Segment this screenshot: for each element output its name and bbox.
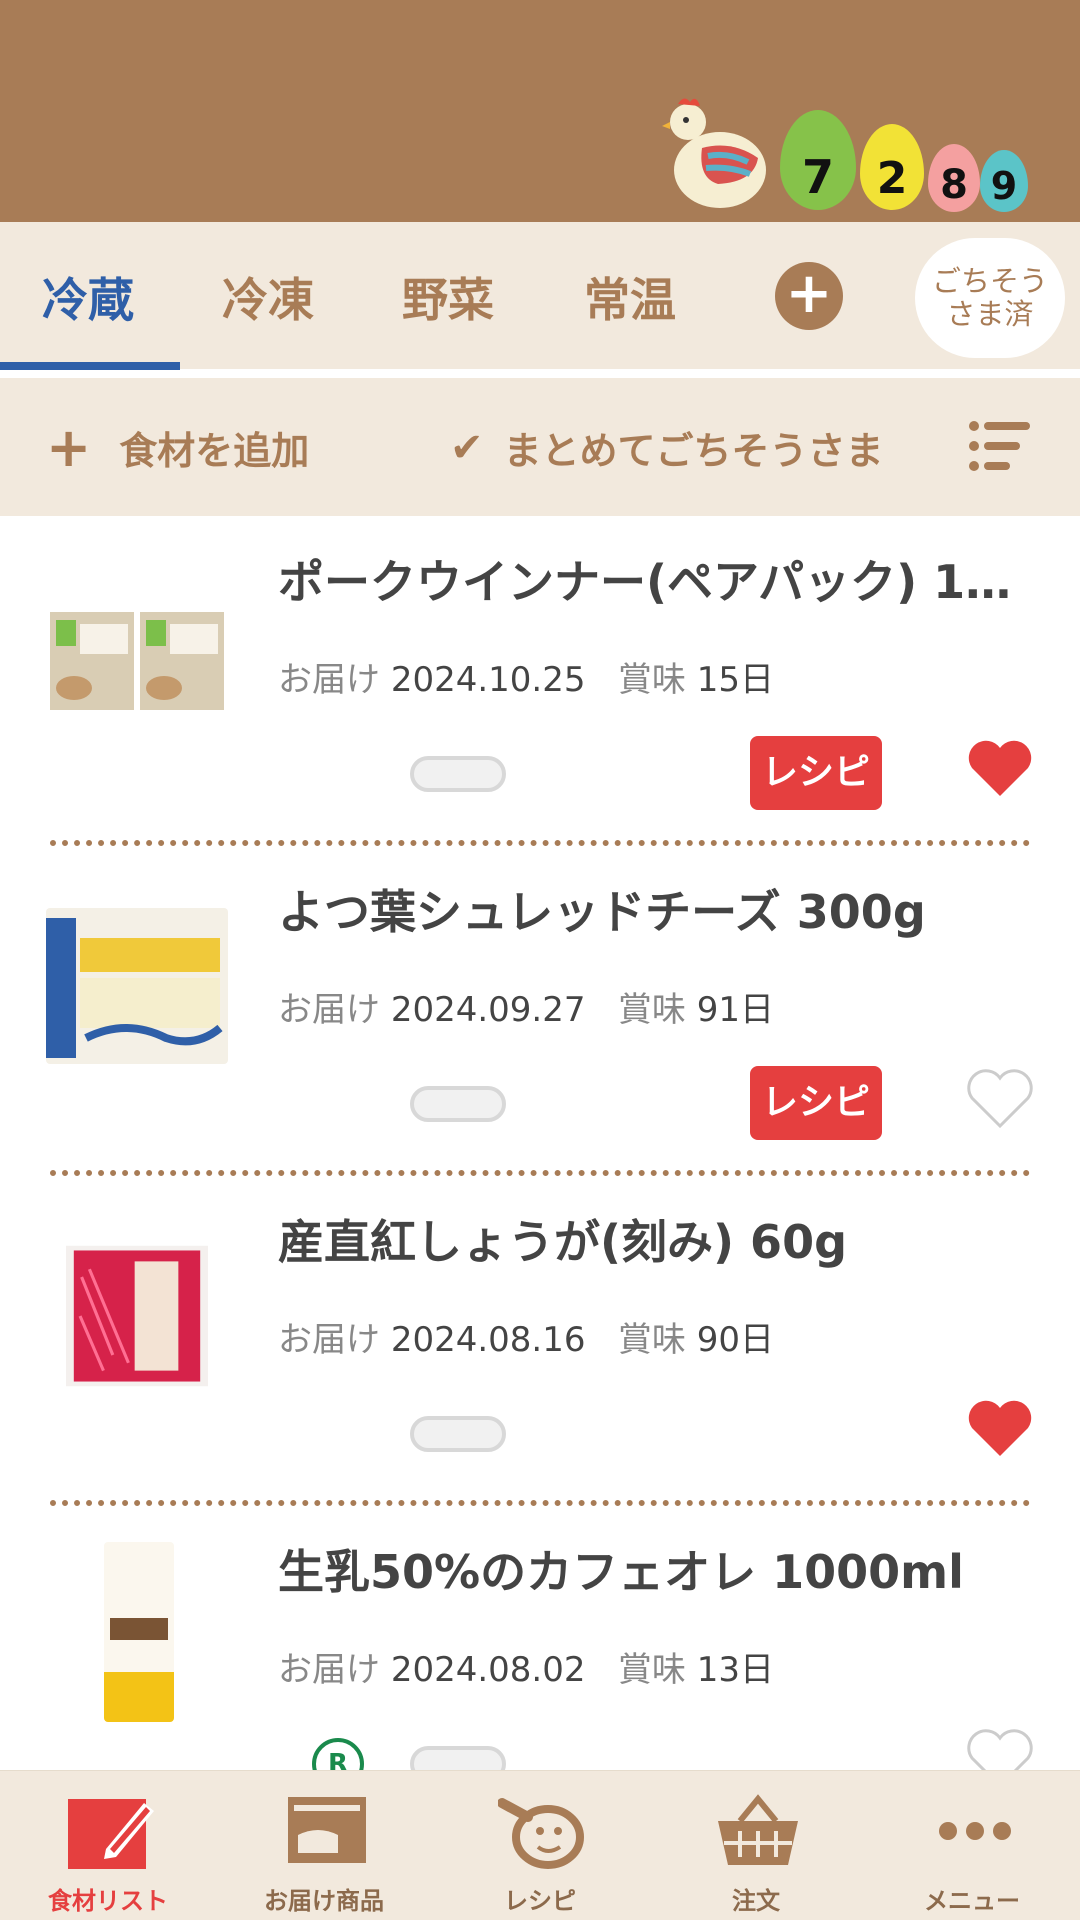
nav-menu[interactable]: メニュー — [864, 1771, 1080, 1920]
product-image — [66, 1245, 208, 1387]
add-ingredient-button[interactable]: + 食材を追加 — [46, 420, 309, 475]
nav-recipes[interactable]: レシピ — [432, 1771, 648, 1920]
recipe-button[interactable]: レシピ — [750, 736, 882, 810]
list-item[interactable]: ポークウインナー(ペアパック) 1… お届け 2024.10.25 賞味 15日… — [0, 516, 1080, 846]
quantity-pill[interactable] — [410, 1416, 506, 1452]
favorite-heart-outline-icon[interactable] — [966, 1068, 1034, 1130]
delivery-box-icon — [288, 1797, 366, 1863]
egg-counter: 9 — [980, 150, 1028, 212]
tab-frozen[interactable]: 冷凍 — [222, 264, 314, 330]
tab-room-temp[interactable]: 常温 — [584, 264, 676, 330]
action-bar: + 食材を追加 ✔ まとめてごちそうさま — [0, 378, 1080, 516]
sort-icon[interactable] — [968, 418, 1032, 474]
bottom-navigation: 食材リスト お届け商品 レシピ 注文 メニュー — [0, 1770, 1080, 1920]
tab-vegetables[interactable]: 野菜 — [402, 264, 494, 330]
list-item[interactable]: 産直紅しょうが(刻み) 60g お届け 2024.08.16 賞味 90日 — [0, 1176, 1080, 1506]
egg-counter: 7 — [780, 110, 856, 210]
item-meta: お届け 2024.08.02 賞味 13日 — [278, 1650, 774, 1690]
egg-counter: 8 — [928, 144, 980, 212]
check-icon: ✔ — [450, 424, 484, 471]
product-image — [46, 606, 228, 716]
item-name: 産直紅しょうが(刻み) 60g — [278, 1215, 848, 1269]
list-item[interactable]: よつ葉シュレッドチーズ 300g お届け 2024.09.27 賞味 91日 レ… — [0, 846, 1080, 1176]
item-meta: お届け 2024.09.27 賞味 91日 — [278, 990, 774, 1030]
product-image — [104, 1542, 174, 1722]
more-dots-icon — [939, 1822, 1011, 1840]
item-meta: お届け 2024.08.16 賞味 90日 — [278, 1320, 774, 1360]
tab-refrigerated[interactable]: 冷蔵 — [42, 264, 134, 330]
nav-order[interactable]: 注文 — [648, 1771, 864, 1920]
add-category-button[interactable]: + — [775, 262, 843, 330]
app-header: 7 2 8 9 — [0, 0, 1080, 222]
ingredient-list: ポークウインナー(ペアパック) 1… お届け 2024.10.25 賞味 15日… — [0, 516, 1080, 1836]
quantity-pill[interactable] — [410, 1086, 506, 1122]
category-tabs: 冷蔵 冷凍 野菜 常温 + ごちそう さま済 — [0, 222, 1080, 372]
plus-icon: + — [785, 261, 833, 326]
plus-icon: + — [46, 415, 92, 479]
pot-icon — [498, 1798, 584, 1869]
recipe-button[interactable]: レシピ — [750, 1066, 882, 1140]
active-tab-indicator — [0, 362, 180, 370]
basket-icon — [718, 1794, 798, 1865]
quantity-pill[interactable] — [410, 756, 506, 792]
pencil-note-icon — [68, 1799, 154, 1869]
nav-delivered-items[interactable]: お届け商品 — [216, 1771, 432, 1920]
item-name: ポークウインナー(ペアパック) 1… — [278, 555, 1012, 609]
item-name: 生乳50%のカフェオレ 1000ml — [278, 1545, 964, 1599]
bulk-finish-button[interactable]: ✔ まとめてごちそうさま — [450, 420, 884, 475]
item-name: よつ葉シュレッドチーズ 300g — [278, 885, 926, 939]
favorite-heart-icon[interactable] — [966, 1398, 1034, 1460]
favorite-heart-icon[interactable] — [966, 738, 1034, 800]
item-meta: お届け 2024.10.25 賞味 15日 — [278, 660, 774, 700]
nav-food-list[interactable]: 食材リスト — [0, 1771, 216, 1920]
gochiso-done-button[interactable]: ごちそう さま済 — [915, 238, 1065, 358]
product-image — [46, 908, 228, 1064]
egg-counter: 2 — [860, 124, 924, 210]
hen-mascot-icon — [662, 98, 766, 208]
